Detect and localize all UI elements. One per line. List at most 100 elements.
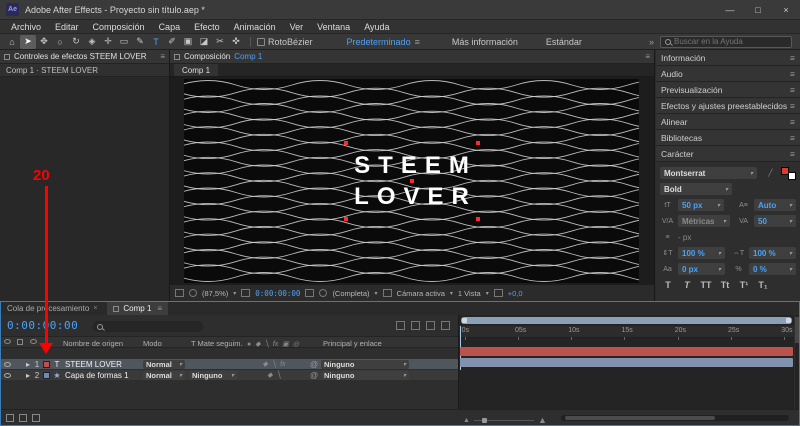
tool-selection-icon[interactable]: ➤ bbox=[20, 34, 36, 49]
panel-menu-icon[interactable]: ≡ bbox=[790, 53, 795, 63]
composition-panel-tab[interactable]: Composición Comp 1 ≡ bbox=[170, 50, 654, 64]
tool-orbit-icon[interactable]: ↻ bbox=[68, 35, 84, 49]
panel-informacion[interactable]: Información ≡ bbox=[656, 50, 800, 66]
tool-eraser-icon[interactable]: ◪ bbox=[196, 35, 212, 49]
layer-row-2[interactable]: ▸ 2 ★ Capa de formas 1 Normal ▾ Ninguno … bbox=[1, 370, 458, 381]
panel-menu-icon[interactable]: ≡ bbox=[790, 101, 795, 111]
view-caret-icon[interactable]: ▾ bbox=[486, 290, 489, 297]
timeline-ruler[interactable]: 0s 05s 10s 15s 20s 25s 30s bbox=[459, 326, 794, 340]
current-timecode[interactable]: 0:00:00:00 bbox=[7, 319, 78, 332]
tool-clone-stamp-icon[interactable]: ▣ bbox=[180, 35, 196, 49]
column-mode[interactable]: Modo bbox=[143, 339, 162, 348]
switch-effects-icon[interactable]: fx bbox=[280, 361, 285, 368]
kerning-field[interactable]: Métricas ▾ bbox=[678, 215, 730, 227]
column-parent-link[interactable]: Principal y enlace bbox=[323, 339, 382, 348]
horizontal-scale-field[interactable]: 100 % ▾ bbox=[749, 247, 796, 259]
resolution-caret-icon[interactable]: ▾ bbox=[375, 290, 378, 297]
workspace-estandar[interactable]: Estándar bbox=[546, 37, 582, 47]
small-caps-icon[interactable]: Tt bbox=[717, 280, 733, 290]
selection-handle[interactable] bbox=[343, 217, 348, 221]
scrollbar-thumb[interactable] bbox=[565, 416, 715, 420]
workspace-mas-informacion[interactable]: Más información bbox=[452, 37, 518, 47]
switch-collapse-icon[interactable]: ◆ bbox=[262, 360, 267, 368]
help-search-box[interactable] bbox=[660, 35, 792, 48]
menu-composicion[interactable]: Composición bbox=[86, 22, 152, 32]
layer-mode-dropdown[interactable]: Normal ▾ bbox=[143, 370, 185, 380]
timeline-horizontal-scrollbar[interactable] bbox=[561, 415, 789, 421]
zoom-slider-thumb[interactable] bbox=[481, 417, 487, 423]
superscript-icon[interactable]: T¹ bbox=[736, 280, 752, 290]
pixel-aspect-icon[interactable] bbox=[493, 289, 503, 297]
hide-shy-layers-icon[interactable] bbox=[426, 321, 435, 330]
panel-alinear[interactable]: Alinear ≡ bbox=[656, 114, 800, 130]
tool-camera-icon[interactable]: ◈ bbox=[84, 35, 100, 49]
panel-audio[interactable]: Audio ≡ bbox=[656, 66, 800, 82]
font-style-dropdown[interactable]: Bold ▾ bbox=[660, 183, 732, 195]
tracking-field[interactable]: 50 ▾ bbox=[754, 215, 796, 227]
workspace-predeterminado[interactable]: Predeterminado bbox=[347, 37, 411, 47]
vertical-scale-field[interactable]: 100 % ▾ bbox=[678, 247, 725, 259]
snapshot-icon[interactable] bbox=[305, 289, 315, 297]
time-navigator[interactable] bbox=[461, 317, 792, 324]
layer-bar-shape[interactable] bbox=[460, 358, 793, 367]
baseline-shift-field[interactable]: 0 px ▾ bbox=[678, 263, 725, 275]
panel-menu-icon[interactable]: ≡ bbox=[645, 52, 650, 61]
tool-brush-icon[interactable]: ✐ bbox=[164, 35, 180, 49]
expand-in-out-icon[interactable] bbox=[19, 414, 27, 422]
timeline-vertical-scrollbar[interactable] bbox=[795, 315, 799, 409]
font-size-field[interactable]: 50 px ▾ bbox=[678, 199, 724, 211]
panel-menu-icon[interactable]: ≡ bbox=[790, 133, 795, 143]
menu-ver[interactable]: Ver bbox=[283, 22, 311, 32]
stroke-color-swatch[interactable] bbox=[788, 171, 796, 180]
selection-handle[interactable] bbox=[343, 141, 348, 145]
panel-caracter[interactable]: Carácter ≡ bbox=[656, 146, 800, 162]
composition-canvas[interactable]: STEEM LOVER bbox=[184, 79, 639, 283]
frame-blending-icon[interactable] bbox=[441, 321, 450, 330]
layer-parent-dropdown[interactable]: Ninguno ▾ bbox=[321, 359, 409, 369]
toolbar-overflow-icon[interactable]: » bbox=[649, 37, 654, 47]
faux-bold-icon[interactable]: T bbox=[660, 280, 676, 290]
tool-home-icon[interactable]: ⌂ bbox=[4, 35, 20, 49]
camera-caret-icon[interactable]: ▾ bbox=[450, 290, 453, 297]
anchor-point-handle[interactable] bbox=[409, 179, 414, 183]
layer-label-color[interactable] bbox=[42, 371, 50, 379]
eye-icon[interactable] bbox=[3, 361, 11, 367]
layer-switches[interactable]: ◆ ╲ bbox=[239, 370, 309, 380]
effect-controls-breadcrumb[interactable]: Comp 1 · STEEM LOVER bbox=[0, 64, 169, 77]
composition-viewer[interactable]: STEEM LOVER bbox=[170, 77, 654, 284]
help-search-input[interactable] bbox=[674, 37, 787, 46]
draft-3d-icon[interactable] bbox=[411, 321, 420, 330]
viewer-tab-comp1[interactable]: Comp 1 bbox=[174, 64, 219, 76]
zoom-slider[interactable] bbox=[473, 417, 534, 423]
tool-pen-icon[interactable]: ✎ bbox=[132, 35, 148, 49]
tool-roto-brush-icon[interactable]: ✂ bbox=[212, 35, 228, 49]
channels-icon[interactable] bbox=[189, 289, 197, 297]
column-source-name[interactable]: Nombre de origen bbox=[63, 339, 123, 348]
roi-icon[interactable] bbox=[241, 289, 251, 297]
tool-puppet-icon[interactable]: ✜ bbox=[228, 35, 244, 49]
tool-zoom-icon[interactable]: ○ bbox=[52, 35, 68, 49]
faux-italic-icon[interactable]: T bbox=[679, 280, 695, 290]
comp-mini-flowchart-icon[interactable] bbox=[396, 321, 405, 330]
panel-menu-icon[interactable]: ≡ bbox=[157, 304, 162, 313]
layer-switches[interactable]: ◆ ╲ fx bbox=[239, 359, 309, 369]
menu-archivo[interactable]: Archivo bbox=[4, 22, 48, 32]
parent-pickwhip-icon[interactable]: @ bbox=[309, 370, 319, 380]
layer-expand-chevron[interactable]: ▸ bbox=[23, 370, 33, 380]
layer-name[interactable]: Capa de formas 1 bbox=[63, 370, 141, 380]
leading-field[interactable]: Auto ▾ bbox=[754, 199, 796, 211]
layer-parent-dropdown[interactable]: Ninguno ▾ bbox=[321, 370, 409, 380]
menu-editar[interactable]: Editar bbox=[48, 22, 86, 32]
fill-color-swatch[interactable] bbox=[781, 166, 789, 175]
tool-type-icon[interactable]: T bbox=[148, 35, 164, 49]
tool-hand-icon[interactable]: ✥ bbox=[36, 35, 52, 49]
layer-row-1[interactable]: ▸ 1 T STEEM LOVER Normal ▾ ◆ ╲ fx @ Ning… bbox=[1, 359, 458, 370]
transparency-grid-icon[interactable] bbox=[175, 289, 184, 297]
grid-guides-icon[interactable] bbox=[382, 289, 392, 297]
exposure-value[interactable]: +0,0 bbox=[508, 289, 523, 298]
switch-collapse-icon[interactable]: ◆ bbox=[267, 371, 272, 379]
panel-menu-icon[interactable]: ≡ bbox=[160, 52, 165, 61]
layer-matte-dropdown[interactable]: Ninguno ▾ bbox=[189, 370, 237, 380]
maximize-button[interactable]: □ bbox=[744, 0, 772, 19]
tool-rectangle-icon[interactable]: ▭ bbox=[116, 35, 132, 49]
